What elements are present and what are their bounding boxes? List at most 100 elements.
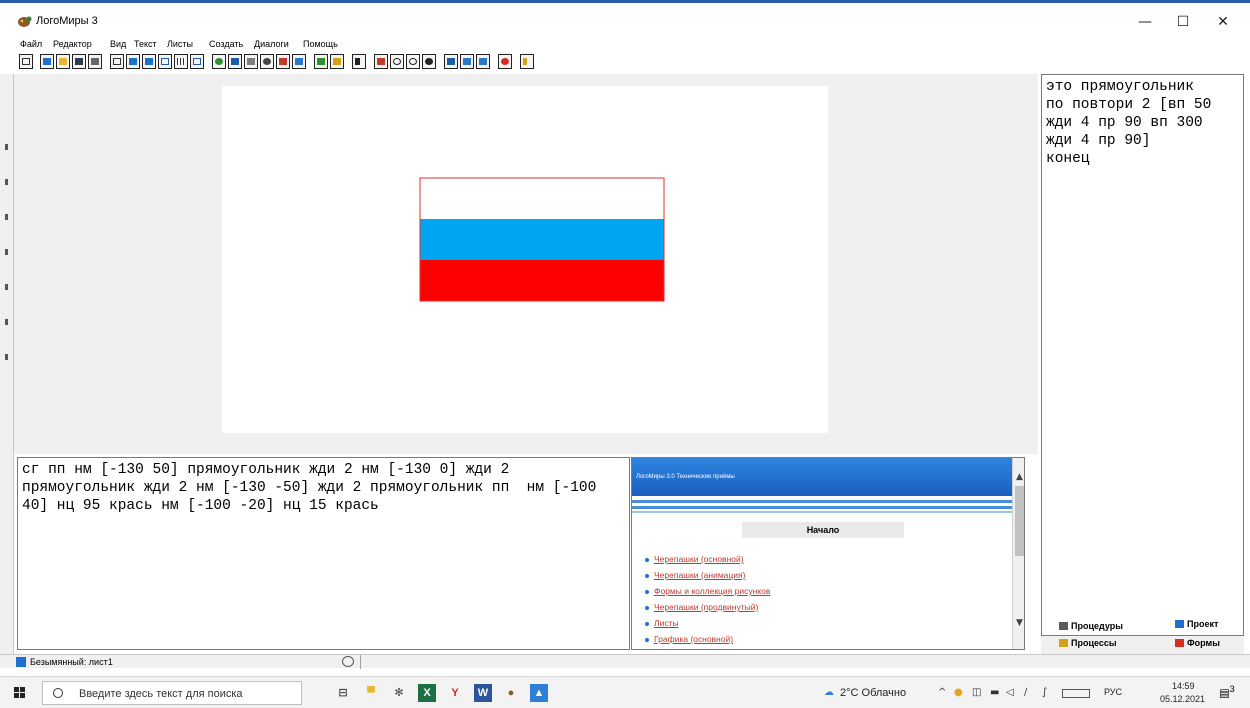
help-link-shapes[interactable]: Формы и коллекция рисунков [654,586,770,596]
tab-procedures[interactable]: Процедуры [1059,622,1123,631]
window-title: ЛогоМиры 3 [36,15,98,27]
help-link-turtles-basic[interactable]: Черепашки (основной) [654,554,744,564]
next-page-icon[interactable] [142,54,156,69]
prev-page-icon[interactable] [126,54,140,69]
clock-time[interactable]: 14:59 [1172,681,1195,691]
scrollbar-thumb[interactable] [1015,486,1024,556]
flag-drawing [419,177,665,302]
text-box-icon[interactable] [228,54,242,69]
command-center[interactable]: сг пп нм [-130 50] прямоугольник жди 2 н… [17,457,630,650]
help-link-graphics-basic[interactable]: Графика (основной) [654,634,733,644]
new-project-icon[interactable] [40,54,54,69]
paint-icon[interactable] [314,54,328,69]
search-icon [53,688,63,698]
new-page-icon[interactable] [110,54,124,69]
menu-file[interactable]: Файл [20,39,42,49]
tab-forms[interactable]: Формы [1175,639,1220,648]
bullet-icon [645,606,649,610]
menu-view[interactable]: Вид [110,39,126,49]
logomiry-taskbar-icon[interactable]: ● [502,684,520,702]
weather-text[interactable]: 2°C Облачно [840,687,906,699]
help-scrollbar[interactable]: ▲ ▼ [1012,458,1024,649]
restore-icon[interactable] [19,54,33,69]
help-link-turtles-animation[interactable]: Черепашки (анимация) [654,570,745,580]
command-text[interactable]: сг пп нм [-130 50] прямоугольник жди 2 н… [22,461,622,515]
close-button[interactable]: ✕ [1203,11,1243,33]
title-bar: ЛогоМиры 3 — ☐ ✕ [0,0,1250,38]
yandex-browser-icon[interactable]: Y [446,684,464,702]
eye-icon[interactable] [260,54,274,69]
work-area [14,74,1038,454]
ruler-mark [5,144,8,150]
drawing-canvas[interactable] [222,86,828,433]
volume-icon[interactable]: ◁ [1006,688,1016,698]
help-divider [632,511,1012,513]
bullet-icon [645,558,649,562]
layout-icon[interactable] [158,54,172,69]
taskbar-search[interactable]: Введите здесь текст для поиска [42,681,302,705]
tab-project[interactable]: Проект [1175,620,1218,629]
tray-pen-menu-icon[interactable]: ∫ [1042,688,1052,698]
grid-icon[interactable] [174,54,188,69]
bullet-icon [645,590,649,594]
turtle-icon[interactable] [212,54,226,69]
settings-gear-icon[interactable]: ✻ [390,684,408,702]
menu-dialogs[interactable]: Диалоги [254,39,289,49]
ruler-mark [5,284,8,290]
left-ruler [0,74,14,654]
toolbar [0,52,1250,74]
menu-editor[interactable]: Редактор [53,39,92,49]
copy-icon[interactable] [460,54,474,69]
menu-help[interactable]: Помощь [303,39,338,49]
bullet-icon [645,638,649,642]
slider-icon[interactable] [244,54,258,69]
zoom-out-icon[interactable] [406,54,420,69]
scissors-icon[interactable] [444,54,458,69]
excel-icon[interactable]: X [418,684,436,702]
procedures-text[interactable]: это прямоугольник по повтори 2 [вп 50 жд… [1046,78,1242,168]
paste-icon[interactable] [476,54,490,69]
tray-chevron-icon[interactable]: ^ [938,688,948,698]
help-start-heading: Начало [742,522,904,538]
frame-icon[interactable] [190,54,204,69]
music-icon[interactable] [276,54,290,69]
help-link-turtles-advanced[interactable]: Черепашки (продвинутый) [654,602,758,612]
maximize-button[interactable]: ☐ [1163,11,1203,33]
photos-icon[interactable]: ▲ [530,684,548,702]
open-folder-icon[interactable] [56,54,70,69]
word-icon[interactable]: W [474,684,492,702]
menu-sheets[interactable]: Листы [167,39,193,49]
help-link-sheets[interactable]: Листы [654,618,679,628]
pen-icon[interactable]: ∕ [1024,688,1034,698]
menu-create[interactable]: Создать [209,39,243,49]
print-icon[interactable] [88,54,102,69]
tray-network-icon[interactable]: ◫ [972,688,982,698]
file-explorer-icon[interactable]: ▀ [362,684,380,702]
battery-icon[interactable]: ▬ [990,688,1000,698]
tray-app-icon[interactable]: ● [954,688,964,698]
help-question-icon[interactable] [520,54,534,69]
project-icon [1175,620,1184,628]
stamp-icon[interactable] [374,54,388,69]
pencil-icon[interactable] [292,54,306,69]
help-header: ЛогоМиры 3.0 Технические приёмы [632,458,1012,496]
save-icon[interactable] [72,54,86,69]
pointer-arrow-icon[interactable] [352,54,366,69]
zoom-in-icon[interactable] [390,54,404,69]
notifications-icon[interactable]: ▤3 [1218,684,1236,702]
show-icon[interactable] [422,54,436,69]
stop-icon[interactable] [498,54,512,69]
task-view-icon[interactable]: ⊟ [334,684,352,702]
windows-start-icon[interactable] [14,687,26,699]
minimize-button[interactable]: — [1125,11,1165,33]
clock-date[interactable]: 05.12.2021 [1160,694,1205,704]
keyboard-icon[interactable] [1062,689,1090,698]
input-language[interactable]: РУС [1104,687,1122,697]
scroll-up-icon[interactable]: ▲ [1014,472,1024,482]
ruler-mark [5,214,8,220]
brush-icon[interactable] [330,54,344,69]
procedures-panel[interactable]: это прямоугольник по повтори 2 [вп 50 жд… [1041,74,1244,636]
scroll-down-icon[interactable]: ▼ [1014,618,1024,628]
tab-processes[interactable]: Процессы [1059,639,1117,648]
menu-text[interactable]: Текст [134,39,157,49]
